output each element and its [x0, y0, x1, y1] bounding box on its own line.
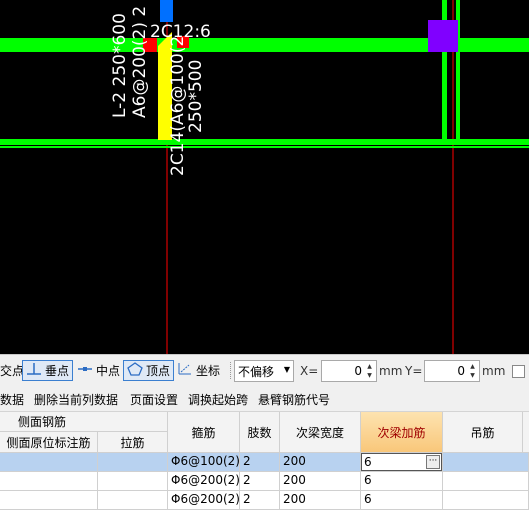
cell-add-bars[interactable]: 6 — [361, 491, 443, 510]
header-hanger-bars[interactable]: 吊筋 — [443, 412, 523, 453]
snap-intersection-label: 交点 — [0, 364, 25, 378]
toolbar-separator — [230, 362, 231, 379]
snap-perpendicular-label: 垂点 — [45, 364, 70, 378]
y-unit-label: mm — [482, 364, 506, 378]
snap-toolbar: 交点 垂点 中点 顶点 坐标 不偏移 ▼ X= 0 ▲ ▼ mm Y= 0 ▲ ▼ — [0, 354, 529, 385]
cell-stirrup[interactable]: Φ6@100(2) — [168, 453, 240, 472]
cell-hanger[interactable] — [443, 453, 529, 472]
beam-label-left: L-2 250*600 — [110, 13, 130, 118]
beam-size-right: 250*500 — [186, 59, 206, 133]
cell-hanger[interactable] — [443, 491, 529, 510]
cell-legs[interactable]: 2 — [240, 491, 280, 510]
snap-perpendicular[interactable]: 垂点 — [22, 360, 74, 381]
cell-hanger[interactable] — [443, 472, 529, 491]
add-bars-input[interactable]: 6 ··· — [361, 453, 442, 471]
cell-tie-bar[interactable] — [98, 453, 168, 472]
beam-bottom-horizontal — [0, 139, 529, 145]
y-coordinate-input[interactable]: 0 ▲ ▼ — [424, 360, 480, 382]
header-side-annotation[interactable]: 侧面原位标注筋 — [0, 432, 98, 453]
cell-beam-width[interactable]: 200 — [280, 472, 361, 491]
add-bars-input-value: 6 — [364, 455, 372, 469]
header-secondary-beam-width[interactable]: 次梁宽度 — [280, 412, 361, 453]
cell-tie-bar[interactable] — [98, 491, 168, 510]
beam-bottom-edge — [0, 146, 529, 148]
menu-item-swap-start-span[interactable]: 调换起始跨 — [188, 391, 248, 408]
rebar-table: 侧面钢筋 侧面原位标注筋 拉筋 箍筋 肢数 次梁宽度 次梁加筋 吊筋 Φ6@10… — [0, 412, 529, 525]
column-block — [428, 20, 458, 52]
snap-midpoint-label: 中点 — [96, 364, 121, 378]
beam-label-right: 2C14(A6@100(2 — [168, 35, 188, 176]
cell-side-annotation[interactable] — [0, 472, 98, 491]
menu-item-data[interactable]: 数据 — [0, 391, 24, 408]
cell-legs[interactable]: 2 — [240, 472, 280, 491]
cell-side-annotation[interactable] — [0, 453, 98, 472]
offset-mode-select[interactable]: 不偏移 ▼ — [234, 360, 294, 382]
cell-add-bars-editor[interactable]: 6 ··· — [361, 453, 443, 472]
cell-beam-width[interactable]: 200 — [280, 491, 361, 510]
snap-vertex[interactable]: 顶点 — [123, 360, 175, 381]
cell-beam-width[interactable]: 200 — [280, 453, 361, 472]
spin-arrows-icon[interactable]: ▲ ▼ — [467, 362, 478, 380]
y-label: Y= — [405, 364, 423, 378]
cell-side-annotation[interactable] — [0, 491, 98, 510]
cell-legs[interactable]: 2 — [240, 453, 280, 472]
cell-tie-bar[interactable] — [98, 472, 168, 491]
x-coordinate-input[interactable]: 0 ▲ ▼ — [321, 360, 377, 382]
header-secondary-beam-add-bars[interactable]: 次梁加筋 — [361, 412, 443, 453]
header-overflow — [523, 412, 529, 453]
menu-item-delete-column[interactable]: 删除当前列数据 — [34, 391, 118, 408]
cell-stirrup[interactable]: Φ6@200(2) — [168, 491, 240, 510]
beam-right-stub — [460, 48, 529, 51]
x-unit-label: mm — [379, 364, 403, 378]
x-label: X= — [300, 364, 319, 378]
cad-drawing-canvas[interactable]: L-2 250*600 A6@200(2) 2 2C12:6 2C14(A6@1… — [0, 0, 529, 354]
header-tie-bar[interactable]: 拉筋 — [98, 432, 168, 453]
menu-item-cantilever-code[interactable]: 悬臂钢筋代号 — [258, 391, 330, 408]
snap-midpoint[interactable]: 中点 — [74, 360, 123, 381]
header-legs[interactable]: 肢数 — [240, 412, 280, 453]
cad-graphics — [0, 0, 529, 354]
vertex-icon — [127, 362, 143, 379]
perpendicular-icon — [26, 362, 42, 379]
toolbar-checkbox[interactable] — [512, 365, 525, 378]
menu-item-page-setup[interactable]: 页面设置 — [130, 391, 178, 408]
selected-beam-segment — [160, 0, 173, 22]
snap-vertex-label: 顶点 — [146, 364, 171, 378]
offset-mode-value: 不偏移 — [238, 364, 275, 379]
header-side-rebar-group[interactable]: 侧面钢筋 — [0, 412, 168, 432]
ellipsis-icon[interactable]: ··· — [426, 455, 440, 469]
snap-coordinate-label: 坐标 — [196, 364, 221, 378]
cell-add-bars[interactable]: 6 — [361, 472, 443, 491]
header-stirrup[interactable]: 箍筋 — [168, 412, 240, 453]
coordinate-icon — [177, 362, 193, 379]
x-coordinate-value: 0 — [354, 364, 362, 378]
stirrup-label-left: A6@200(2) 2 — [130, 5, 150, 118]
midpoint-icon — [77, 362, 93, 379]
cell-stirrup[interactable]: Φ6@200(2) — [168, 472, 240, 491]
table-menu-bar: 数据 删除当前列数据 页面设置 调换起始跨 悬臂钢筋代号 — [0, 385, 529, 412]
chevron-down-icon: ▼ — [283, 365, 290, 374]
y-coordinate-value: 0 — [457, 364, 465, 378]
spin-arrows-icon[interactable]: ▲ ▼ — [364, 362, 375, 380]
snap-coordinate[interactable]: 坐标 — [174, 360, 223, 381]
